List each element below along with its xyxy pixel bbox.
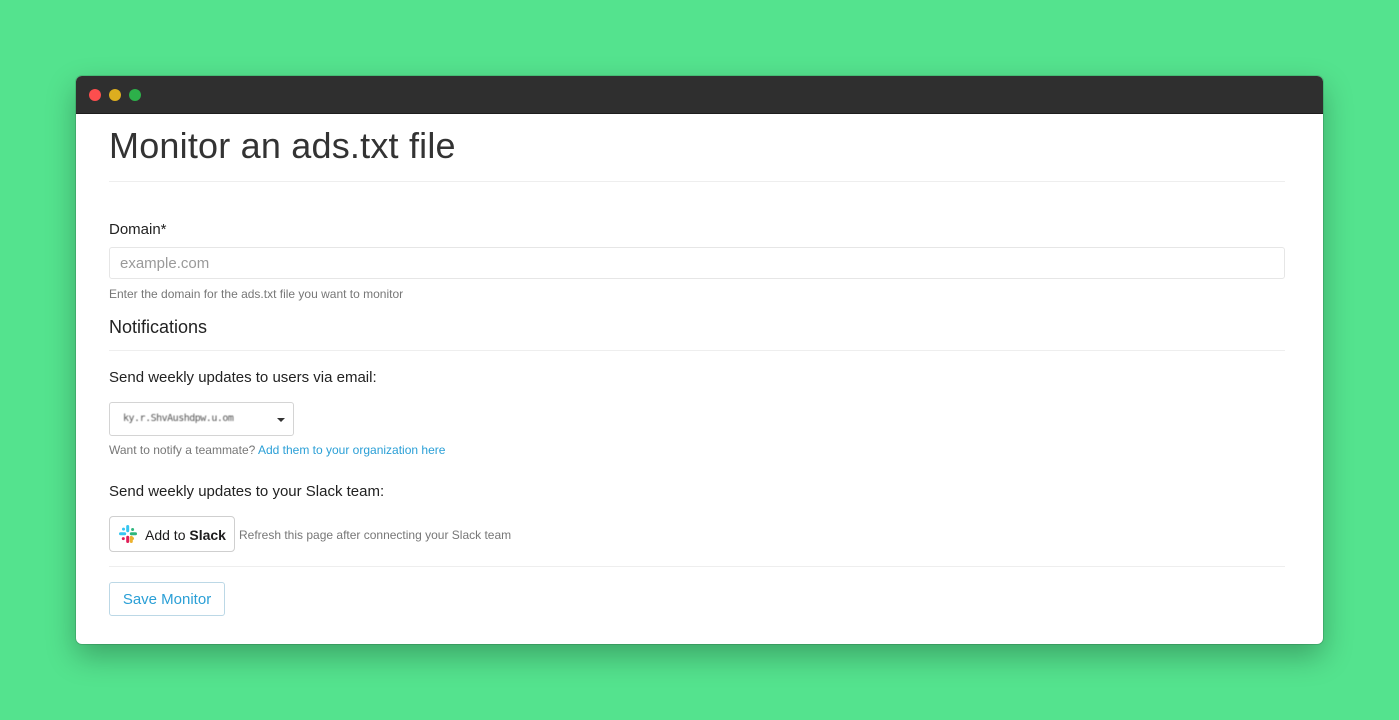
selected-email-value: ky.r.ShvAushdpw.u.om	[123, 413, 234, 424]
browser-window: Monitor an ads.txt file Domain* Enter th…	[76, 76, 1323, 644]
actions-divider	[109, 566, 1285, 567]
teammate-help-text: Want to notify a teammate? Add them to y…	[109, 443, 445, 457]
page-title: Monitor an ads.txt file	[109, 125, 456, 166]
slack-brand-label: Slack	[189, 527, 226, 543]
close-window-button[interactable]	[89, 89, 101, 101]
domain-input[interactable]	[109, 247, 1285, 279]
slack-updates-label: Send weekly updates to your Slack team:	[109, 483, 385, 500]
domain-help-text: Enter the domain for the ads.txt file yo…	[109, 287, 404, 301]
notifications-divider	[109, 350, 1285, 351]
minimize-window-button[interactable]	[109, 89, 121, 101]
email-users-select[interactable]: ky.r.ShvAushdpw.u.om	[109, 402, 294, 436]
chevron-down-icon	[277, 418, 285, 422]
slack-help-text: Refresh this page after connecting your …	[239, 528, 512, 542]
add-to-organization-link[interactable]: Add them to your organization here	[258, 443, 445, 457]
maximize-window-button[interactable]	[129, 89, 141, 101]
slack-logo-icon	[119, 525, 137, 543]
save-monitor-button[interactable]: Save Monitor	[109, 582, 225, 616]
domain-label: Domain*	[109, 221, 167, 238]
teammate-help-prefix: Want to notify a teammate?	[109, 443, 258, 457]
add-to-label: Add to	[145, 527, 190, 543]
email-updates-label: Send weekly updates to users via email:	[109, 369, 377, 386]
window-titlebar	[76, 76, 1323, 114]
add-to-slack-button[interactable]: Add to Slack	[109, 516, 235, 552]
title-divider	[109, 181, 1285, 182]
add-to-slack-label: Add to Slack	[145, 527, 226, 543]
notifications-heading: Notifications	[109, 317, 208, 337]
